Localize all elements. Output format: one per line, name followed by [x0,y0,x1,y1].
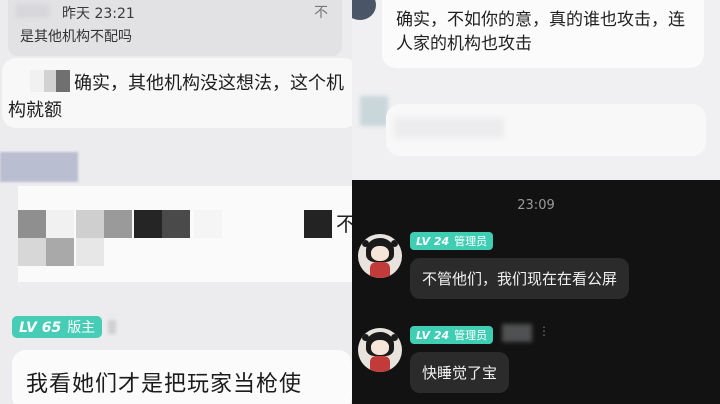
message-bubble[interactable]: 我看她们才是把玩家当枪使 [12,350,352,404]
avatar[interactable] [352,0,376,20]
chat-screenshot-collage: 昨天 23:21 不 是其他机构不配吗 确实，其他机构没这想法，这个机构就额 不… [0,0,720,404]
quoted-message-card[interactable]: 昨天 23:21 不 是其他机构不配吗 [8,0,342,56]
right-top-chat-panel: 确实，不如你的意，真的谁也攻击，连人家的机构也攻击 [352,0,720,180]
message-bubble[interactable]: 快睡觉了宝 [410,352,510,393]
more-icon[interactable]: ⋮ [538,324,550,338]
blurred-name [502,324,532,342]
time-divider: 23:09 [517,198,555,213]
quote-close-icon[interactable]: 不 [314,2,328,22]
reply-text: 确实，其他机构没这想法，这个机构就额 [8,73,344,121]
quote-text: 是其他机构不配吗 [20,29,132,45]
dark-chat-panel: 23:09 LV 24 管理员 不管他们，我们现在在看公屏 LV 24 管理员 ⋮ … [352,180,720,404]
censored-message-area [18,186,352,282]
user-badge-row: LV 65 版主 [12,316,117,338]
admin-badge: LV 24 管理员 [410,326,494,344]
blurred-avatar [16,4,50,18]
message-text: 确实，不如你的意，真的谁也攻击，连人家的机构也攻击 [396,10,685,54]
left-chat-panel: 昨天 23:21 不 是其他机构不配吗 确实，其他机构没这想法，这个机构就额 不… [0,0,352,404]
level-badge: LV 65 版主 [12,316,103,338]
avatar[interactable] [358,234,402,278]
admin-badge: LV 24 管理员 [410,232,494,250]
blurred-name [108,320,117,334]
message-bubble[interactable]: 确实，不如你的意，真的谁也攻击，连人家的机构也攻击 [382,0,704,68]
message-text: 我看她们才是把玩家当枪使 [26,372,303,397]
trailing-char: 不 [336,212,352,236]
blurred-text [394,118,504,138]
avatar[interactable] [358,328,402,372]
quote-timestamp: 昨天 23:21 [62,6,135,22]
reply-bubble[interactable]: 确实，其他机构没这想法，这个机构就额 [2,58,352,128]
blurred-strip [0,152,78,182]
blurred-avatar [360,96,388,126]
message-bubble[interactable]: 不管他们，我们现在在看公屏 [410,258,630,299]
